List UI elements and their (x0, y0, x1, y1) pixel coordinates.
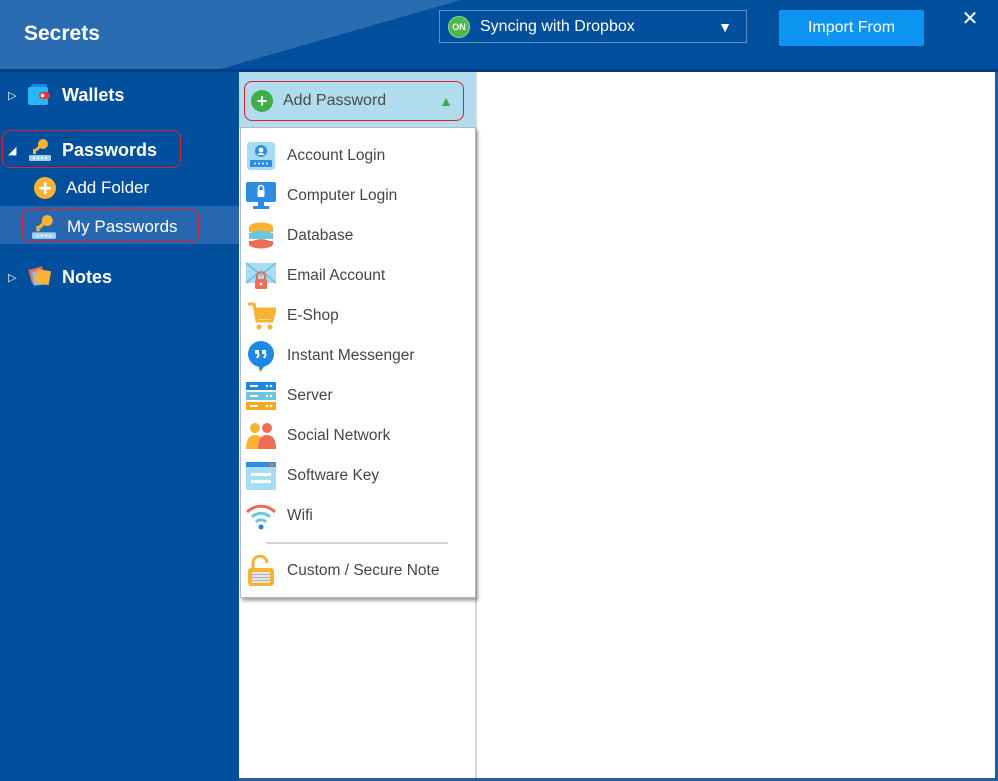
menu-item-label: Custom / Secure Note (287, 562, 440, 579)
wifi-icon (245, 500, 277, 532)
menu-item-social-network[interactable]: Social Network (245, 418, 471, 454)
sync-label: Syncing with Dropbox (480, 17, 635, 35)
app-title: Secrets (24, 22, 100, 45)
menu-item-account-login[interactable]: Account Login (245, 138, 471, 174)
sync-on-badge: ON (448, 15, 470, 38)
menu-item-instant-messenger[interactable]: Instant Messenger (245, 338, 471, 374)
email-account-icon (245, 260, 277, 292)
key-icon (28, 138, 52, 162)
menu-item-computer-login[interactable]: Computer Login (245, 178, 471, 214)
menu-item-label: Database (287, 227, 354, 244)
menu-item-label: E-Shop (287, 307, 339, 324)
sidebar-item-my-passwords[interactable]: My Passwords (31, 214, 178, 240)
title-bar: Secrets ON Syncing with Dropbox ▼ Import… (0, 0, 998, 70)
shopping-cart-icon (245, 300, 277, 332)
close-icon[interactable]: ✕ (960, 6, 980, 30)
notes-icon (28, 266, 52, 288)
menu-item-server[interactable]: Server (245, 378, 471, 414)
add-password-label: Add Password (283, 92, 387, 109)
menu-item-label: Account Login (287, 147, 386, 164)
menu-item-custom-secure-note[interactable]: Custom / Secure Note (245, 553, 471, 589)
chevron-down-icon: ▼ (718, 18, 732, 35)
menu-item-label: Computer Login (287, 187, 398, 204)
menu-item-label: Server (287, 387, 333, 404)
menu-item-label: Wifi (287, 507, 313, 524)
sidebar-item-label: My Passwords (67, 217, 178, 236)
plus-icon: + (251, 90, 273, 112)
expand-arrow-icon[interactable]: ▷ (8, 89, 22, 102)
add-password-button[interactable]: + Add Password ▲ (244, 81, 464, 121)
collapse-arrow-icon[interactable]: ◢ (8, 144, 22, 157)
menu-separator (266, 542, 448, 544)
software-key-icon (245, 460, 277, 492)
sync-dropdown[interactable]: ON Syncing with Dropbox ▼ (439, 10, 747, 43)
sidebar-item-wallets[interactable]: ▷ Wallets (8, 84, 124, 106)
chevron-up-icon: ▲ (439, 93, 453, 109)
menu-item-label: Email Account (287, 267, 386, 284)
menu-item-e-shop[interactable]: E-Shop (245, 298, 471, 334)
sidebar-item-label: Notes (62, 266, 113, 287)
menu-item-label: Instant Messenger (287, 347, 415, 364)
sidebar-item-label: Wallets (62, 84, 125, 105)
sidebar-item-passwords[interactable]: ◢ Passwords (8, 138, 157, 162)
sidebar-item-label: Passwords (62, 139, 158, 160)
add-password-menu: Account Login Computer Login Database Em… (240, 127, 476, 598)
sidebar-item-label: Add Folder (66, 178, 150, 197)
sidebar: ▷ Wallets ◢ Passwords Add Folder My Pass… (0, 72, 239, 781)
server-icon (245, 380, 277, 412)
menu-item-label: Software Key (287, 467, 380, 484)
menu-item-wifi[interactable]: Wifi (245, 498, 471, 534)
computer-login-icon (245, 180, 277, 212)
messenger-icon (245, 340, 277, 372)
menu-item-database[interactable]: Database (245, 218, 471, 254)
menu-item-label: Social Network (287, 427, 391, 444)
sidebar-item-add-folder[interactable]: Add Folder (34, 177, 149, 199)
sidebar-item-notes[interactable]: ▷ Notes (8, 266, 112, 288)
menu-item-software-key[interactable]: Software Key (245, 458, 471, 494)
import-from-button[interactable]: Import From (779, 10, 924, 46)
add-folder-icon (34, 177, 56, 199)
key-icon (31, 214, 57, 240)
menu-item-email-account[interactable]: Email Account (245, 258, 471, 294)
expand-arrow-icon[interactable]: ▷ (8, 271, 22, 284)
unlocked-padlock-icon (245, 555, 277, 587)
wallet-icon (28, 84, 52, 106)
social-network-icon (245, 420, 277, 452)
detail-pane (477, 72, 995, 778)
database-icon (245, 220, 277, 252)
account-login-icon (245, 140, 277, 172)
